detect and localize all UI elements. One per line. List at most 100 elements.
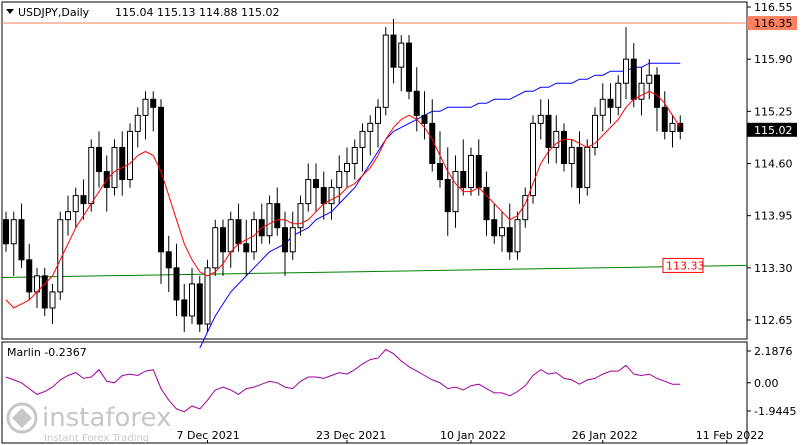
ohlc-values: 115.04 115.13 114.88 115.02 [115,6,279,19]
bear-candle-body [406,42,412,92]
bear-candle-body [165,251,172,269]
bull-candle-body [514,219,521,253]
bear-candle-body [196,283,203,325]
bull-candle-body [142,98,149,116]
date-tick-label: 23 Dec 2021 [316,429,386,442]
bull-candle-body [266,203,273,237]
bull-candle-body [584,146,591,189]
chart-header: USDJPY,Daily 115.04 115.13 114.88 115.02 [6,6,279,19]
bear-candle-body [630,58,637,100]
date-tick-label: 7 Dec 2021 [177,429,240,442]
bear-candle-body [483,187,490,221]
indicator-tick-label: -1.9445 [754,405,796,418]
bear-candle-body [413,90,420,116]
bear-candle-body [607,98,614,108]
bear-candle-body [421,114,428,124]
bull-candle-body [289,227,296,253]
bull-candle-body [382,34,389,108]
indicator-tick-label: 0.00 [754,377,779,390]
current-price-label: 115.02 [754,124,793,137]
bull-candle-body [127,130,133,181]
bear-candle-body [181,299,188,317]
bull-candle-body [10,219,17,245]
bear-candle-body [444,179,451,213]
candle [127,123,133,188]
bear-candle-body [274,203,281,229]
bull-candle-body [468,154,474,189]
candle [196,275,203,333]
bull-candle-body [623,58,629,84]
price-tick-label: 112.65 [754,314,793,327]
bear-candle-body [390,34,397,68]
bear-candle-body [18,219,25,261]
bear-candle-body [320,187,327,205]
bear-candle-body [475,154,482,189]
bull-candle-body [568,146,575,164]
bear-candle-body [576,146,583,189]
bull-candle-body [646,74,653,84]
candle [406,35,412,100]
candle [111,139,118,196]
ma-long-value-label: 113.33 [666,259,705,272]
bull-candle-body [452,171,459,213]
bull-candle-body [592,114,598,148]
price-tick-label: 113.95 [754,210,793,223]
bull-candle-body [111,146,118,189]
bull-candle-body [189,283,195,317]
bull-candle-body [367,122,374,132]
bear-candle-body [41,275,48,309]
date-tick-label: 26 Jan 2022 [572,429,638,442]
date-tick-label: 10 Jan 2022 [440,429,506,442]
bear-candle-body [545,114,552,148]
bull-candle-body [537,114,544,124]
candle [204,259,211,333]
bull-candle-body [65,211,71,221]
bull-candle-body [398,42,405,68]
bull-candle-body [212,227,219,269]
bull-candle-body [359,130,366,148]
bear-candle-body [119,146,126,181]
candle [382,27,389,116]
bear-candle-body [561,130,567,164]
price-tick-label: 116.55 [754,1,793,14]
watermark-brand: instaforex [42,403,171,433]
bull-candle-body [72,195,79,213]
resistance-price-label: 116.35 [754,17,793,30]
bull-candle-body [134,114,141,132]
bull-candle-body [344,163,350,173]
bear-candle-body [654,74,660,108]
instaforex-logo-icon [6,402,38,434]
price-tick-label: 114.60 [754,158,793,171]
bull-candle-body [375,106,381,124]
bear-candle-body [3,219,9,245]
watermark-tagline: Instant Forex Trading [44,433,149,444]
bear-candle-body [282,227,288,253]
indicator-label: Marlin -0.2367 [7,346,87,359]
bear-candle-body [158,106,164,253]
symbol-label: USDJPY,Daily [18,6,90,19]
bear-candle-body [150,98,157,108]
bear-candle-body [26,259,33,293]
bear-candle-body [235,219,242,245]
bear-candle-body [661,106,668,132]
bull-candle-body [669,122,676,132]
bull-candle-body [305,179,312,205]
bull-candle-body [615,82,622,108]
bear-candle-body [80,195,87,205]
indicator-axis: 2.1876 0.00 -1.9445 [747,345,796,418]
bear-candle-body [491,219,498,237]
candle [212,219,219,276]
bear-candle-body [437,163,443,181]
bull-candle-body [499,227,505,237]
price-tick-label: 115.90 [754,53,793,66]
price-tick-label: 113.30 [754,262,793,275]
bull-candle-body [49,291,56,309]
bear-candle-body [173,267,180,301]
bull-candle-body [599,98,606,116]
bull-candle-body [336,171,343,189]
bear-candle-body [460,171,467,189]
bull-candle-body [88,146,95,205]
indicator-tick-label: 2.1876 [754,345,793,358]
bear-candle-body [506,227,513,253]
bear-candle-body [243,243,250,253]
